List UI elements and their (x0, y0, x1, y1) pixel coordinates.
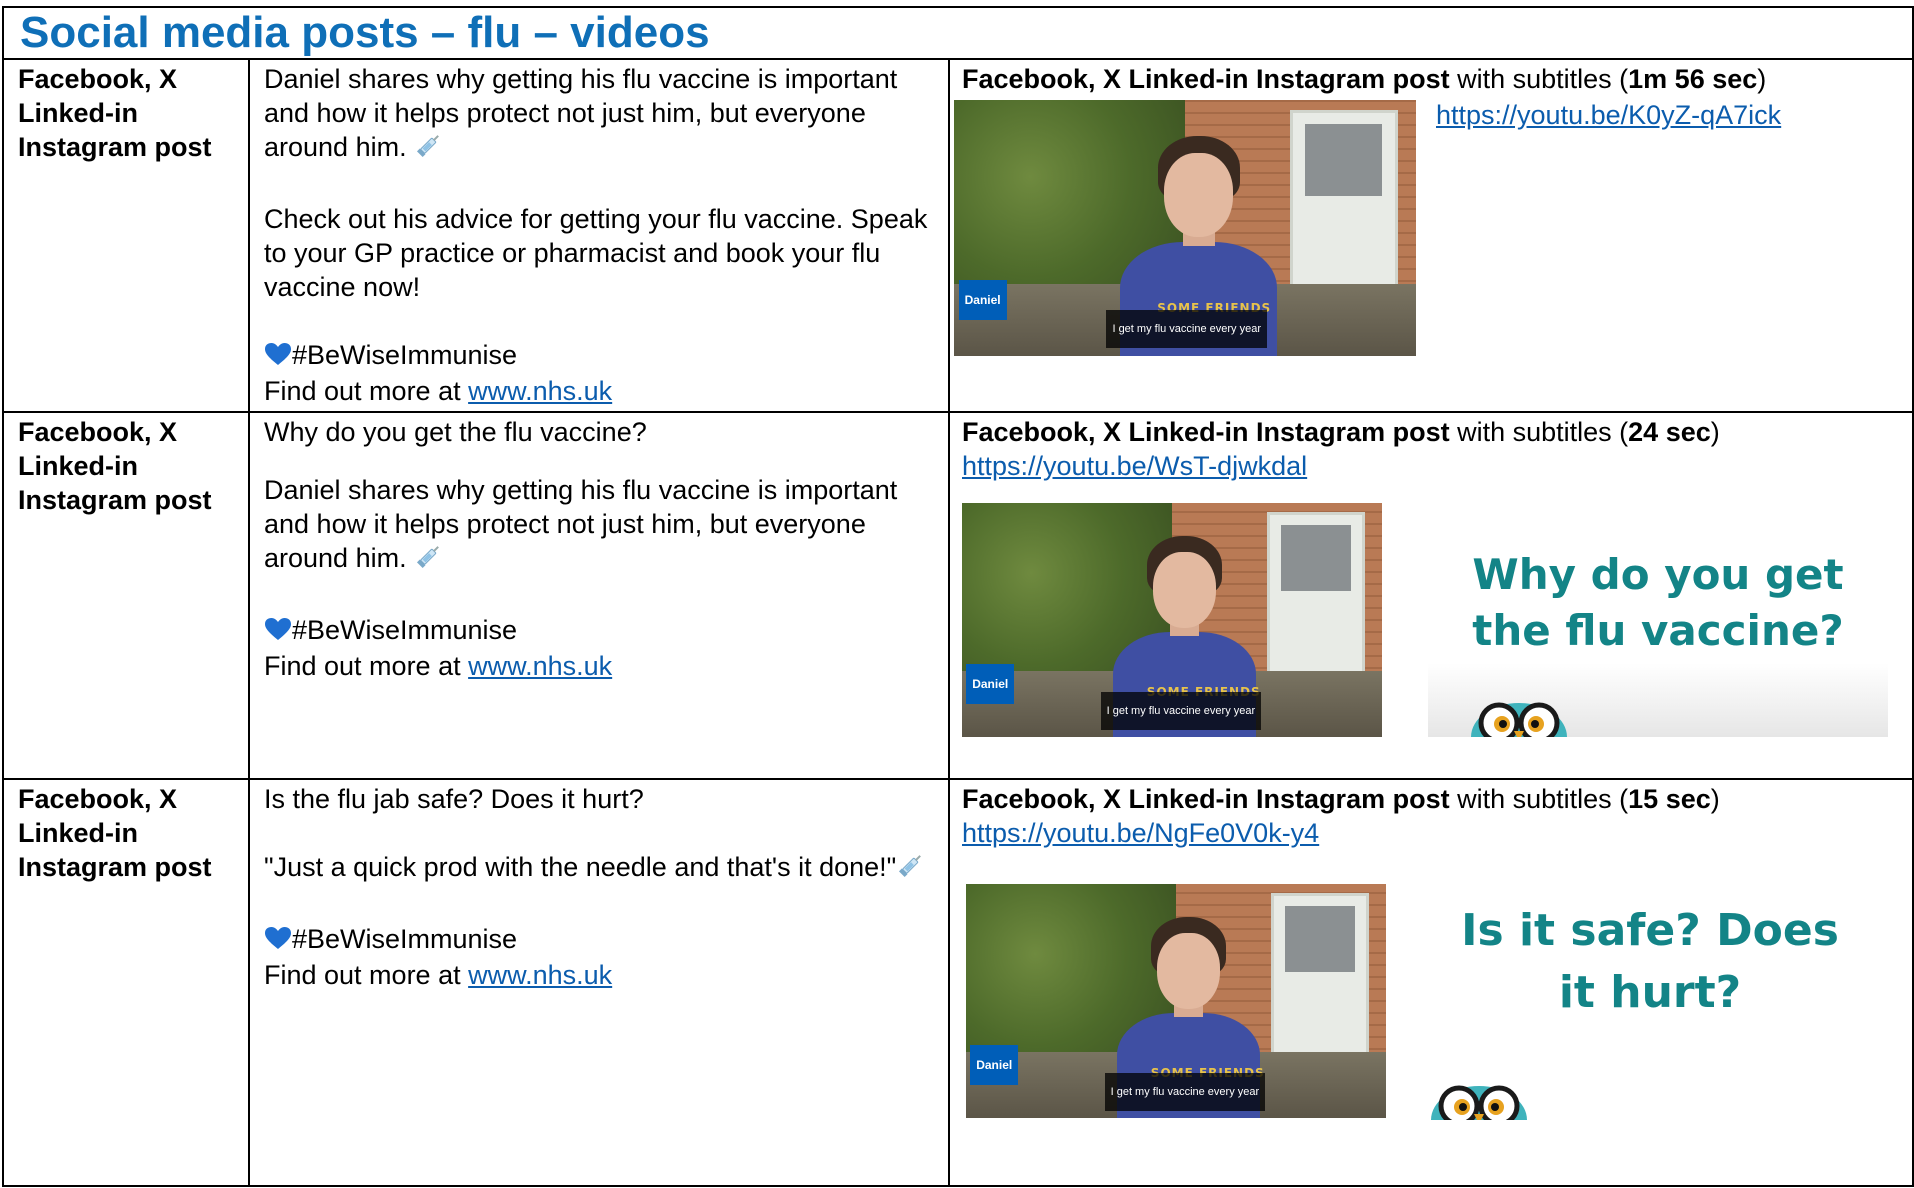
hashtag: #BeWiseImmunise (292, 340, 518, 370)
owl-icon (1431, 1085, 1527, 1120)
find-out-text: Find out more at (264, 650, 469, 681)
post-copy-cell: Why do you get the flu vaccine? Daniel s… (248, 411, 950, 780)
social-posts-table: Social media posts – flu – videos Facebo… (1, 6, 1914, 1187)
platform-line: Facebook, X (18, 417, 178, 447)
post-copy-cell: Is the flu jab safe? Does it hurt? "Just… (248, 778, 950, 1187)
video-caption: I get my flu vaccine every year (1100, 691, 1262, 730)
media-heading-text: with subtitles ( (1449, 64, 1629, 94)
video-thumbnail[interactable]: SOME FRIENDS Daniel I get my flu vaccine… (966, 884, 1386, 1118)
name-tag: Daniel (966, 664, 1015, 705)
table-row: Facebook, X Linked-in Instagram post Dan… (2, 58, 1914, 413)
platform-line: Facebook, X (18, 64, 178, 94)
video-caption: I get my flu vaccine every year (1106, 310, 1268, 349)
platform-cell: Facebook, X Linked-in Instagram post (2, 58, 250, 413)
media-cell: Facebook, X Linked-in Instagram post wit… (947, 411, 1914, 780)
post-text: Check out his advice for getting your fl… (264, 204, 928, 302)
media-heading-text: with subtitles ( (1449, 417, 1629, 447)
video-link[interactable]: https://youtu.be/NgFe0V0k-y4 (962, 818, 1319, 848)
post-text: Is the flu jab safe? Does it hurt? (264, 784, 644, 814)
title-card: Why do you get the flu vaccine? (1428, 543, 1888, 737)
nhs-link[interactable]: www.nhs.uk (468, 651, 612, 681)
find-out-text: Find out more at (264, 959, 469, 990)
video-duration: 1m 56 sec (1628, 64, 1758, 94)
media-heading-end: ) (1710, 417, 1720, 447)
platform-line: Linked-in (18, 818, 138, 848)
syringe-icon (414, 130, 444, 168)
video-duration: 24 sec (1628, 417, 1711, 447)
platform-line: Instagram post (18, 852, 212, 882)
video-thumbnail[interactable]: SOME FRIENDS Daniel I get my flu vaccine… (954, 100, 1416, 356)
syringe-icon (896, 850, 926, 888)
video-caption: I get my flu vaccine every year (1104, 1072, 1266, 1111)
name-tag: Daniel (970, 1045, 1019, 1086)
media-heading-bold: Facebook, X Linked-in Instagram post (962, 64, 1450, 94)
platform-cell: Facebook, X Linked-in Instagram post (2, 778, 250, 1187)
platform-cell: Facebook, X Linked-in Instagram post (2, 411, 250, 780)
video-thumbnail[interactable]: SOME FRIENDS Daniel I get my flu vaccine… (962, 503, 1382, 737)
blue-heart-icon (264, 340, 292, 374)
hashtag: #BeWiseImmunise (292, 924, 518, 954)
post-text: "Just a quick prod with the needle and t… (264, 852, 897, 883)
blue-heart-icon (264, 615, 292, 649)
post-text: Daniel shares why getting his flu vaccin… (264, 64, 898, 163)
video-duration: 15 sec (1628, 784, 1711, 814)
table-row: Facebook, X Linked-in Instagram post Why… (2, 411, 1914, 780)
post-text: Why do you get the flu vaccine? (264, 417, 647, 447)
media-heading-text: with subtitles ( (1449, 784, 1629, 814)
media-heading-end: ) (1710, 784, 1720, 814)
name-tag: Daniel (958, 280, 1007, 321)
post-text: Daniel shares why getting his flu vaccin… (264, 475, 898, 574)
page-title: Social media posts – flu – videos (20, 8, 710, 57)
nhs-link[interactable]: www.nhs.uk (468, 960, 612, 990)
video-link[interactable]: https://youtu.be/K0yZ-qA7ick (1436, 98, 1781, 132)
media-heading-bold: Facebook, X Linked-in Instagram post (962, 784, 1450, 814)
platform-line: Instagram post (18, 485, 212, 515)
document-page: Social media posts – flu – videos Facebo… (0, 0, 1914, 1188)
media-cell: Facebook, X Linked-in Instagram post wit… (947, 778, 1914, 1187)
post-copy-cell: Daniel shares why getting his flu vaccin… (248, 58, 950, 413)
platform-line: Linked-in (18, 98, 138, 128)
card-text: Why do you get (1472, 550, 1844, 599)
title-cell: Social media posts – flu – videos (1, 6, 1914, 60)
video-link[interactable]: https://youtu.be/WsT-djwkdal (962, 451, 1307, 481)
blue-heart-icon (264, 924, 292, 958)
table-row: Facebook, X Linked-in Instagram post Is … (2, 778, 1914, 1187)
platform-line: Linked-in (18, 451, 138, 481)
owl-icon (1471, 702, 1567, 737)
card-text: the flu vaccine? (1472, 606, 1844, 655)
title-card: Is it safe? Does it hurt? (1420, 900, 1880, 1120)
hashtag: #BeWiseImmunise (292, 615, 518, 645)
card-text: it hurt? (1558, 967, 1742, 1018)
find-out-text: Find out more at (264, 375, 469, 406)
platform-line: Facebook, X (18, 784, 178, 814)
media-heading-end: ) (1757, 64, 1767, 94)
nhs-link[interactable]: www.nhs.uk (468, 376, 612, 406)
platform-line: Instagram post (18, 132, 212, 162)
card-text: Is it safe? Does (1461, 905, 1839, 956)
media-heading-bold: Facebook, X Linked-in Instagram post (962, 417, 1450, 447)
syringe-icon (414, 541, 444, 579)
media-cell: Facebook, X Linked-in Instagram post wit… (947, 58, 1914, 413)
